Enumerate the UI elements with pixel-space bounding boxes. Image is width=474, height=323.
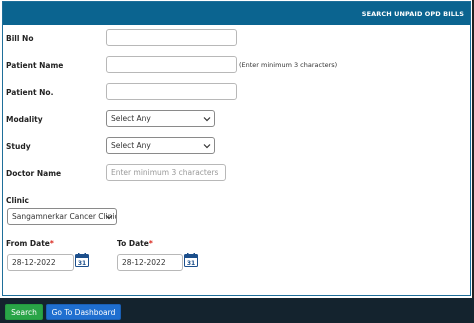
study-selected-value: Select Any [111,141,151,150]
to-date-calendar-day: 31 [187,260,195,267]
patient-no-label: Patient No. [6,88,54,97]
modality-label: Modality [6,115,43,124]
bill-no-label: Bill No [6,34,34,43]
calendar-icon[interactable]: 31 [184,253,198,267]
to-date-label: To Date* [117,239,153,248]
go-to-dashboard-button[interactable]: Go To Dashboard [46,304,121,320]
chevron-down-icon [105,215,113,220]
study-label: Study [6,142,31,151]
patient-name-hint: (Enter minimum 3 characters) [239,61,338,69]
from-date-input[interactable]: 28-12-2022 [7,254,74,271]
search-panel: SEARCH UNPAID OPD BILLS [2,1,471,296]
doctor-name-input[interactable]: Enter minimum 3 characters [106,164,226,181]
from-date-label: From Date* [6,239,54,248]
required-marker: * [49,239,54,248]
from-date-calendar-day: 31 [78,260,86,267]
panel-header: SEARCH UNPAID OPD BILLS [3,2,470,25]
patient-name-label: Patient Name [6,61,64,70]
clinic-label: Clinic [6,196,30,205]
doctor-name-placeholder: Enter minimum 3 characters [111,168,219,177]
calendar-icon[interactable]: 31 [75,253,89,267]
to-date-label-text: To Date [117,239,149,248]
doctor-name-label: Doctor Name [6,169,62,178]
chevron-down-icon [203,117,211,122]
page-title: SEARCH UNPAID OPD BILLS [361,10,464,18]
modality-select[interactable]: Select Any [106,110,215,127]
patient-no-input[interactable] [106,83,237,100]
clinic-select[interactable]: Sangamnerkar Cancer Clinic [7,208,117,225]
chevron-down-icon [203,144,211,149]
bill-no-input[interactable] [106,29,237,46]
from-date-value: 28-12-2022 [12,258,56,267]
required-marker: * [148,239,153,248]
from-date-label-text: From Date [6,239,50,248]
modality-selected-value: Select Any [111,114,151,123]
study-select[interactable]: Select Any [106,137,215,154]
clinic-selected-value: Sangamnerkar Cancer Clinic [12,212,117,221]
search-button[interactable]: Search [5,304,43,320]
patient-name-input[interactable] [106,56,237,73]
to-date-value: 28-12-2022 [122,258,166,267]
to-date-input[interactable]: 28-12-2022 [117,254,183,271]
